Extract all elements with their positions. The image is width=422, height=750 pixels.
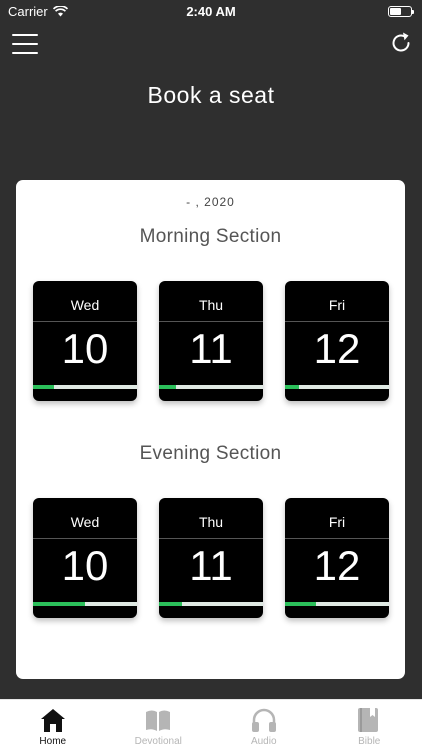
tab-audio[interactable]: Audio bbox=[211, 700, 316, 747]
home-icon bbox=[40, 709, 65, 732]
tile-divider bbox=[33, 538, 137, 539]
card-date: - , 2020 bbox=[186, 195, 235, 209]
tile-date: 10 bbox=[61, 542, 109, 589]
tab-home[interactable]: Home bbox=[0, 700, 105, 747]
status-bar: Carrier 2:40 AM bbox=[0, 0, 422, 22]
menu-button[interactable] bbox=[12, 34, 38, 54]
tile-progress-bar bbox=[285, 385, 389, 389]
tile-progress-fill bbox=[33, 602, 85, 606]
tile-progress-fill bbox=[33, 385, 54, 389]
morning-tiles: Wed 10 Thu 11 Fri 12 bbox=[33, 281, 389, 401]
hamburger-icon-line bbox=[12, 52, 38, 54]
tab-label: Devotional bbox=[134, 736, 182, 747]
page-title: Book a seat bbox=[147, 82, 275, 108]
tile-date: 11 bbox=[189, 325, 233, 372]
tile-progress-fill bbox=[159, 602, 182, 606]
evening-day-tile-fri[interactable]: Fri 12 bbox=[285, 498, 389, 618]
tab-bible[interactable]: Bible bbox=[317, 700, 422, 747]
tile-progress-bar bbox=[159, 385, 263, 389]
tile-progress-fill bbox=[285, 385, 299, 389]
tab-bar: Home Devotional Audio Bible bbox=[0, 699, 422, 750]
book-open-icon bbox=[146, 710, 171, 731]
tab-label: Audio bbox=[250, 736, 277, 747]
morning-day-tile-fri[interactable]: Fri 12 bbox=[285, 281, 389, 401]
tile-progress-bar bbox=[33, 385, 137, 389]
tile-divider bbox=[159, 321, 263, 322]
tile-progress-fill bbox=[285, 602, 317, 606]
nav-bar bbox=[0, 28, 422, 60]
battery-level bbox=[390, 7, 401, 15]
wifi-icon bbox=[52, 5, 68, 16]
evening-day-tile-wed[interactable]: Wed 10 bbox=[33, 498, 137, 618]
tab-devotional[interactable]: Devotional bbox=[106, 700, 211, 747]
tile-progress-fill bbox=[159, 385, 176, 389]
tile-date: 12 bbox=[313, 325, 361, 372]
evening-day-tile-thu[interactable]: Thu 11 bbox=[159, 498, 263, 618]
refresh-icon[interactable] bbox=[388, 30, 414, 56]
tile-divider bbox=[33, 321, 137, 322]
tile-divider bbox=[159, 538, 263, 539]
tile-day: Thu bbox=[198, 297, 224, 313]
carrier-label: Carrier bbox=[8, 3, 48, 19]
tile-day: Fri bbox=[328, 514, 346, 530]
battery-icon bbox=[388, 5, 414, 17]
booking-card: - , 2020 Morning Section Wed 10 Thu 11 F… bbox=[16, 180, 405, 679]
morning-day-tile-wed[interactable]: Wed 10 bbox=[33, 281, 137, 401]
evening-tiles: Wed 10 Thu 11 Fri 12 bbox=[33, 498, 389, 618]
tab-label: Bible bbox=[358, 736, 381, 747]
hamburger-icon-line bbox=[12, 43, 38, 45]
tile-day: Wed bbox=[70, 297, 100, 313]
tile-date: 12 bbox=[313, 542, 361, 589]
tile-progress-bar bbox=[33, 602, 137, 606]
headphones-icon bbox=[251, 708, 276, 732]
status-left: Carrier bbox=[8, 4, 68, 19]
tile-divider bbox=[285, 321, 389, 322]
hamburger-icon-line bbox=[12, 34, 38, 36]
tile-progress-bar bbox=[285, 602, 389, 606]
tile-day: Thu bbox=[198, 514, 224, 530]
tile-progress-bar bbox=[159, 602, 263, 606]
tile-day: Wed bbox=[70, 514, 100, 530]
tab-label: Home bbox=[39, 736, 67, 747]
bible-icon bbox=[358, 708, 379, 732]
tile-date: 11 bbox=[189, 542, 233, 589]
tile-date: 10 bbox=[61, 325, 109, 372]
tile-divider bbox=[285, 538, 389, 539]
tile-day: Fri bbox=[328, 297, 346, 313]
morning-section-title: Morning Section bbox=[139, 226, 282, 247]
morning-day-tile-thu[interactable]: Thu 11 bbox=[159, 281, 263, 401]
evening-section-title: Evening Section bbox=[139, 443, 282, 464]
